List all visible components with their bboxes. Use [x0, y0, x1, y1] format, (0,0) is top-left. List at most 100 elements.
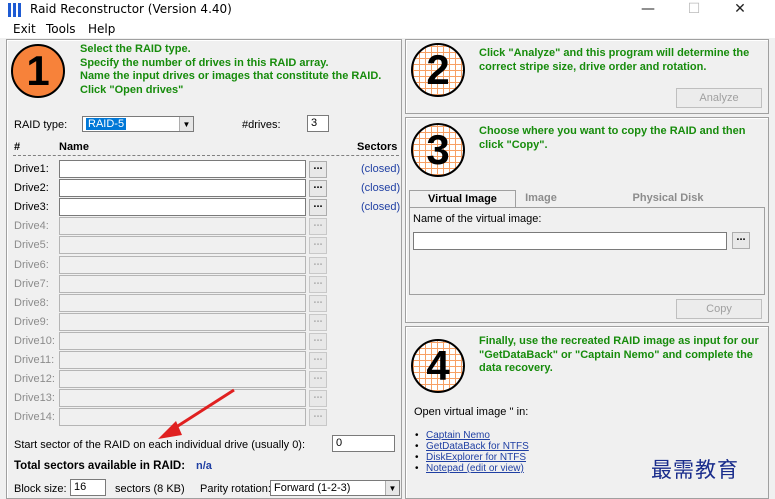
- menu-bar: Exit Tools Help: [0, 20, 775, 38]
- step3-circle: 3: [411, 123, 465, 177]
- link-diskexplorer-ntfs[interactable]: DiskExplorer for NTFS: [426, 452, 526, 463]
- drive-row: Drive5:...: [7, 236, 401, 254]
- virtual-image-name-input[interactable]: [413, 232, 727, 250]
- block-size-input[interactable]: 16: [70, 479, 106, 496]
- step1-line3: Name the input drives or images that con…: [80, 70, 382, 82]
- tab-image[interactable]: Image: [519, 190, 563, 208]
- drive-status: (closed): [361, 163, 401, 175]
- drive-browse-button[interactable]: ...: [309, 237, 327, 254]
- block-size-unit: sectors (8 KB): [115, 483, 185, 495]
- drive-browse-button[interactable]: ...: [309, 314, 327, 331]
- drive-status: (closed): [361, 182, 401, 194]
- app-icon: [8, 3, 22, 17]
- drive-path-input[interactable]: [59, 160, 306, 178]
- col-hash: #: [14, 141, 21, 153]
- red-arrow-annotation: [158, 388, 235, 439]
- drive-label: Drive10:: [14, 335, 55, 347]
- drive-path-input[interactable]: [59, 294, 306, 312]
- chevron-down-icon: ▼: [385, 481, 399, 495]
- drive-row: Drive2:... (closed): [7, 179, 401, 197]
- drive-browse-button[interactable]: ...: [309, 161, 327, 178]
- title-bar: Raid Reconstructor (Version 4.40) — ☐ ✕: [0, 0, 775, 20]
- virtual-image-tab-panel: Name of the virtual image: ...: [409, 207, 765, 295]
- drive-status: (closed): [361, 201, 401, 213]
- drive-label: Drive6:: [14, 259, 49, 271]
- raid-type-label: RAID type:: [14, 119, 68, 131]
- drive-browse-button[interactable]: ...: [309, 333, 327, 350]
- drive-row: Drive6:...: [7, 256, 401, 274]
- bullet: •: [415, 463, 419, 474]
- drive-path-input[interactable]: [59, 313, 306, 331]
- drive-browse-button[interactable]: ...: [309, 409, 327, 426]
- drive-label: Drive13:: [14, 392, 55, 404]
- step4-instructions: Finally, use the recreated RAID image as…: [479, 335, 759, 374]
- header-divider: [13, 155, 399, 156]
- drive-row: Drive3:... (closed): [7, 198, 401, 216]
- step4-circle: 4: [411, 339, 465, 393]
- bullet: •: [415, 452, 419, 463]
- menu-help[interactable]: Help: [88, 22, 115, 36]
- drive-browse-button[interactable]: ...: [309, 295, 327, 312]
- block-size-label: Block size:: [14, 483, 67, 495]
- drive-browse-button[interactable]: ...: [309, 257, 327, 274]
- drive-path-input[interactable]: [59, 179, 306, 197]
- link-getdataback-ntfs[interactable]: GetDataBack for NTFS: [426, 441, 529, 452]
- drive-row: Drive8:...: [7, 294, 401, 312]
- bullet: •: [415, 441, 419, 452]
- drives-count-input[interactable]: 3: [307, 115, 329, 132]
- minimize-button[interactable]: —: [625, 0, 671, 20]
- drive-label: Drive11:: [14, 354, 55, 366]
- virtual-image-browse-button[interactable]: ...: [732, 232, 750, 249]
- drive-path-input[interactable]: [59, 275, 306, 293]
- start-sector-input[interactable]: 0: [332, 435, 395, 452]
- drive-browse-button[interactable]: ...: [309, 180, 327, 197]
- total-sectors-label: Total sectors available in RAID:: [14, 460, 186, 472]
- link-notepad[interactable]: Notepad (edit or view): [426, 463, 524, 474]
- raid-type-select[interactable]: RAID-5 ▼: [82, 116, 194, 132]
- output-tabs: Virtual Image Image Physical Disk Name o…: [409, 190, 765, 296]
- maximize-button[interactable]: ☐: [671, 0, 717, 20]
- parity-rotation-label: Parity rotation:: [200, 483, 271, 495]
- step3-instructions: Choose where you want to copy the RAID a…: [479, 125, 746, 151]
- drive-path-input[interactable]: [59, 256, 306, 274]
- step2-panel: 2 Click "Analyze" and this program will …: [405, 39, 769, 114]
- drive-path-input[interactable]: [59, 236, 306, 254]
- drive-path-input[interactable]: [59, 332, 306, 350]
- drive-label: Drive2:: [14, 182, 49, 194]
- drive-path-input[interactable]: [59, 351, 306, 369]
- drive-browse-button[interactable]: ...: [309, 371, 327, 388]
- drive-label: Drive12:: [14, 373, 55, 385]
- close-button[interactable]: ✕: [717, 0, 763, 20]
- step1-line4: Click "Open drives": [80, 83, 184, 96]
- drive-browse-button[interactable]: ...: [309, 276, 327, 293]
- link-captain-nemo[interactable]: Captain Nemo: [426, 430, 490, 441]
- drive-row: Drive11:...: [7, 351, 401, 369]
- drive-path-input[interactable]: [59, 217, 306, 235]
- drive-browse-button[interactable]: ...: [309, 199, 327, 216]
- watermark-text: 最需教育: [651, 458, 739, 482]
- drive-path-input[interactable]: [59, 198, 306, 216]
- bullet: •: [415, 430, 419, 441]
- drive-row: Drive4:...: [7, 217, 401, 235]
- parity-rotation-select[interactable]: Forward (1-2-3) ▼: [270, 480, 400, 496]
- step2-instructions: Click "Analyze" and this program will de…: [479, 47, 750, 73]
- menu-tools[interactable]: Tools: [46, 22, 76, 36]
- virtual-image-name-label: Name of the virtual image:: [413, 213, 542, 225]
- drive-row: Drive1:... (closed): [7, 160, 401, 178]
- drive-browse-button[interactable]: ...: [309, 218, 327, 235]
- tab-physical-disk[interactable]: Physical Disk: [609, 190, 727, 208]
- window-title: Raid Reconstructor (Version 4.40): [30, 2, 232, 16]
- arrow-shaft: [169, 388, 235, 433]
- copy-button[interactable]: Copy: [676, 299, 762, 319]
- drive-browse-button[interactable]: ...: [309, 390, 327, 407]
- drive-label: Drive8:: [14, 297, 49, 309]
- drive-browse-button[interactable]: ...: [309, 352, 327, 369]
- total-sectors-value: n/a: [196, 460, 212, 472]
- drive-label: Drive5:: [14, 239, 49, 251]
- step3-panel: 3 Choose where you want to copy the RAID…: [405, 117, 769, 323]
- tab-virtual-image[interactable]: Virtual Image: [409, 190, 516, 208]
- analyze-button[interactable]: Analyze: [676, 88, 762, 108]
- drive-label: Drive3:: [14, 201, 49, 213]
- menu-exit[interactable]: Exit: [13, 22, 36, 36]
- step1-line1: Select the RAID type.: [80, 43, 191, 55]
